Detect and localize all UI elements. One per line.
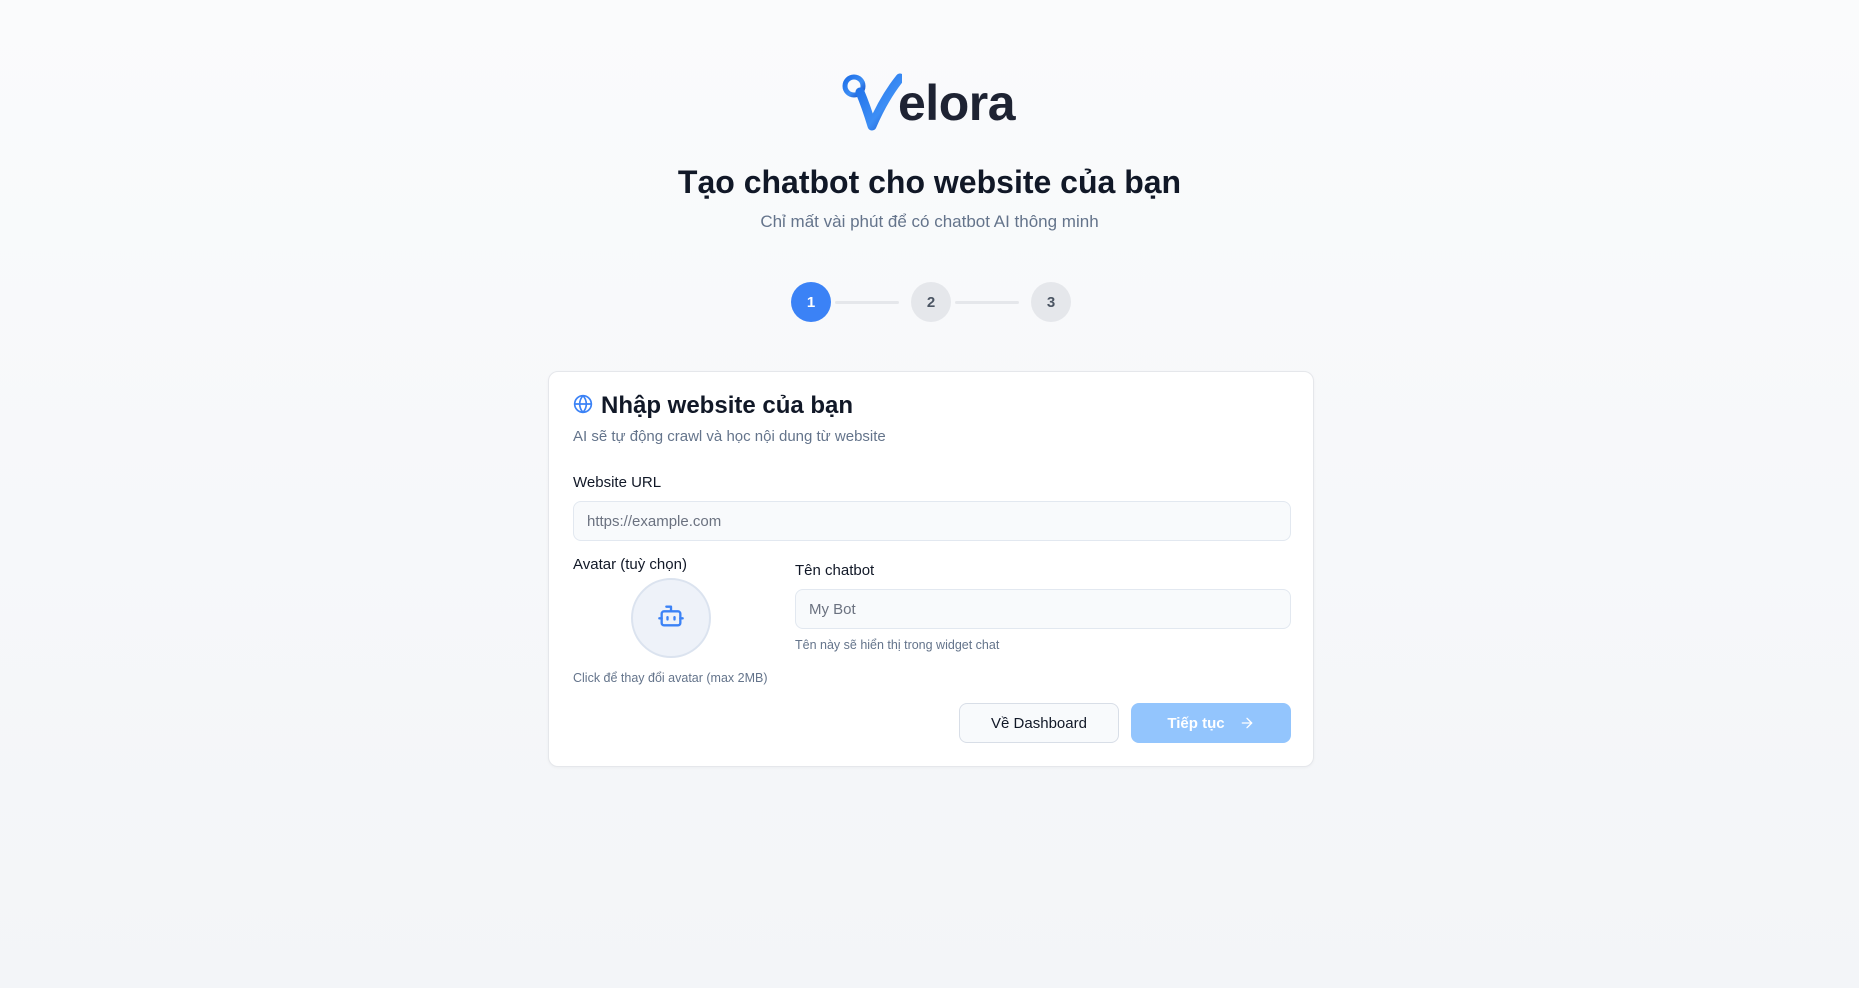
- chatbot-name-hint: Tên này sẽ hiển thị trong widget chat: [795, 638, 1000, 652]
- logo-mark: [842, 73, 902, 131]
- page-subtitle: Chỉ mất vài phút để có chatbot AI thông …: [760, 212, 1099, 231]
- continue-button-label: Tiếp tục: [1167, 714, 1225, 732]
- chatbot-name-input[interactable]: [795, 589, 1291, 629]
- step-2: 2: [911, 282, 951, 322]
- back-to-dashboard-button[interactable]: Về Dashboard: [959, 703, 1119, 743]
- globe-icon: [573, 394, 593, 419]
- step-connector: [835, 301, 899, 304]
- website-url-label: Website URL: [573, 474, 662, 491]
- page-title: Tạo chatbot cho website của bạn: [677, 164, 1182, 200]
- velora-logo: elora: [840, 72, 1016, 132]
- card-description: AI sẽ tự động crawl và học nội dung từ w…: [573, 428, 886, 445]
- card-title: Nhập website của bạn: [601, 392, 854, 419]
- chatbot-name-label: Tên chatbot: [795, 562, 875, 579]
- continue-button[interactable]: Tiếp tục: [1131, 703, 1291, 743]
- step-3: 3: [1031, 282, 1071, 322]
- step-1: 1: [791, 282, 831, 322]
- website-url-input[interactable]: [573, 501, 1291, 541]
- avatar-hint: Click để thay đổi avatar (max 2MB): [573, 671, 768, 685]
- avatar-label: Avatar (tuỳ chọn): [573, 556, 687, 573]
- progress-stepper: 1 2 3: [791, 282, 1071, 322]
- arrow-right-icon: [1239, 715, 1255, 731]
- website-setup-card: Nhập website của bạn AI sẽ tự động crawl…: [548, 371, 1314, 767]
- avatar-upload[interactable]: [631, 578, 711, 658]
- bot-icon: [657, 602, 685, 635]
- card-header: Nhập website của bạn: [573, 392, 853, 420]
- step-connector: [955, 301, 1019, 304]
- onboarding-page: elora Tạo chatbot cho website của bạn Ch…: [0, 0, 1859, 988]
- logo-wordmark: elora: [898, 75, 1016, 131]
